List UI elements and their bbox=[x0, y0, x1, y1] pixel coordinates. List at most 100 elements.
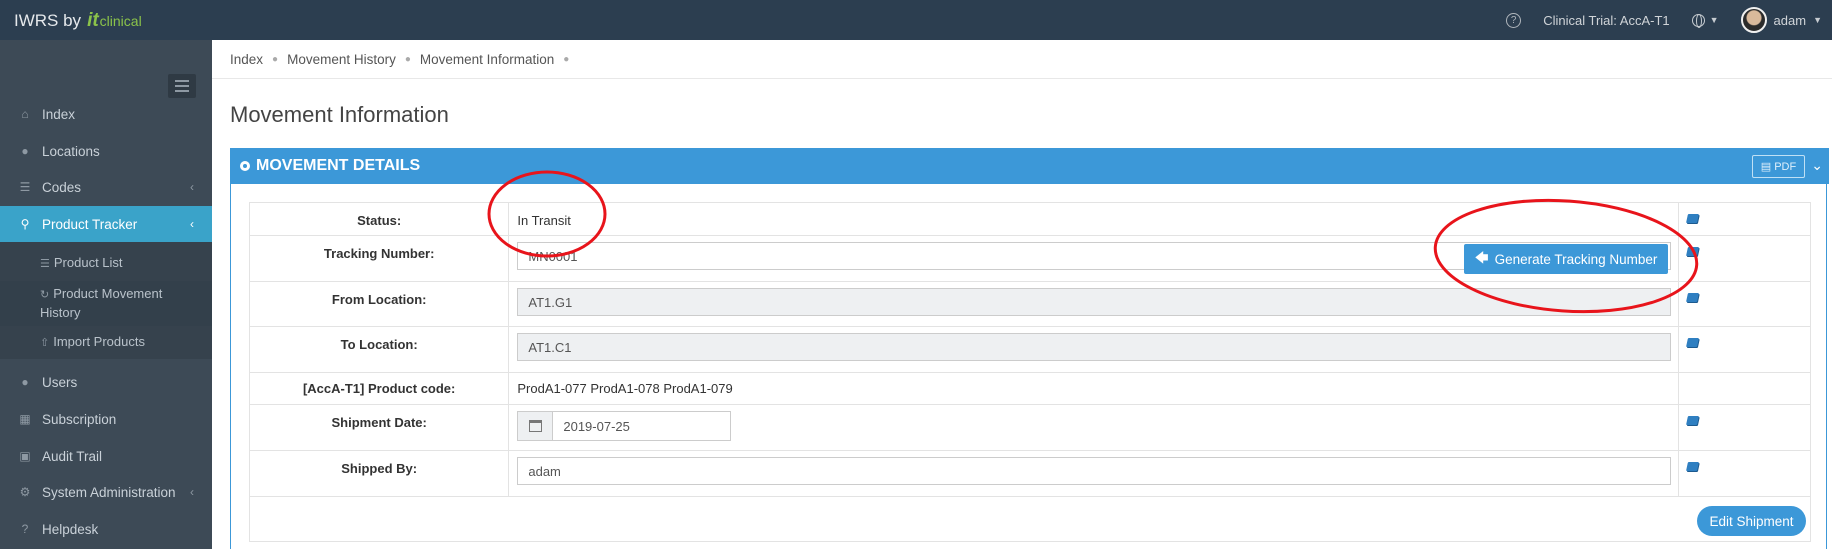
brand-logo-it: it bbox=[87, 10, 99, 31]
sidebar-item-label: Helpdesk bbox=[42, 521, 99, 537]
help-icon[interactable]: ? bbox=[1506, 12, 1522, 28]
sidebar-item-index[interactable]: ⌂ Index bbox=[0, 96, 212, 132]
language-selector[interactable]: ▼ bbox=[1691, 13, 1719, 28]
sidebar-item-locations[interactable]: ● Locations bbox=[0, 133, 212, 169]
status-label: Status: bbox=[248, 202, 510, 236]
home-icon: ⌂ bbox=[21, 107, 29, 121]
audit-book-icon[interactable] bbox=[1686, 416, 1700, 425]
map-marker-icon: ⚲ bbox=[20, 217, 30, 231]
sidebar-item-label: Locations bbox=[42, 143, 100, 159]
from-location-field: AT1.G1 bbox=[517, 288, 1672, 316]
generate-tracking-number-label: Generate Tracking Number bbox=[1494, 251, 1658, 267]
sidebar: ⌂ Index ● Locations ☰ Codes ‹ ⚲ Product … bbox=[0, 40, 212, 549]
list-icon: ☰ bbox=[40, 258, 50, 270]
table-row: [AccA-T1] Product code: ProdA1-077 ProdA… bbox=[248, 372, 1811, 405]
avatar bbox=[1740, 7, 1767, 33]
sidebar-item-codes[interactable]: ☰ Codes ‹ bbox=[0, 169, 212, 205]
chevron-left-icon: ‹ bbox=[190, 485, 194, 499]
sidebar-item-users[interactable]: ● Users bbox=[0, 364, 212, 400]
generate-tracking-number-button[interactable]: 🡄 Generate Tracking Number bbox=[1464, 244, 1668, 274]
user-menu[interactable]: adam ▼ bbox=[1740, 7, 1822, 33]
breadcrumb-index[interactable]: Index bbox=[230, 52, 263, 67]
sidebar-subitem-label: Product List bbox=[53, 255, 123, 270]
to-location-field: AT1.C1 bbox=[517, 333, 1672, 361]
sidebar-item-label: Subscription bbox=[42, 411, 117, 427]
shipped-by-label: Shipped By: bbox=[248, 450, 510, 497]
sidebar-subitem-product-movement-history[interactable]: ↻ Product Movement History bbox=[0, 281, 212, 326]
audit-book-icon[interactable] bbox=[1686, 293, 1700, 302]
chevron-left-icon: ‹ bbox=[190, 180, 194, 194]
table-row bbox=[249, 496, 1811, 542]
arrow-left-icon: 🡄 bbox=[1474, 249, 1489, 265]
chevron-down-icon: ▼ bbox=[1813, 15, 1822, 25]
brand-logo[interactable]: IWRS by it clinical bbox=[14, 10, 142, 32]
calendar-icon[interactable] bbox=[517, 411, 553, 441]
book-icon: ▣ bbox=[19, 449, 31, 463]
panel-title: MOVEMENT DETAILS bbox=[256, 157, 421, 174]
product-code-label: [AccA-T1] Product code: bbox=[248, 372, 510, 405]
sidebar-subitem-label: Import Products bbox=[53, 334, 145, 349]
to-location-label: To Location: bbox=[248, 326, 510, 373]
users-icon: ● bbox=[21, 375, 29, 389]
sidebar-item-label: Codes bbox=[42, 179, 82, 195]
product-tracker-submenu: ☰ Product List ↻ Product Movement History … bbox=[0, 242, 212, 359]
bullet-icon bbox=[240, 161, 250, 171]
brand-logo-clinical: clinical bbox=[99, 13, 142, 29]
top-navbar: IWRS by it clinical ? Clinical Trial: Ac… bbox=[0, 0, 1832, 40]
chevron-down-icon: ▼ bbox=[1709, 15, 1719, 25]
upload-icon: ⇧ bbox=[40, 337, 50, 349]
sidebar-subitem-import-products[interactable]: ⇧ Import Products bbox=[0, 333, 212, 352]
globe-icon bbox=[1691, 13, 1705, 28]
shipment-date-label: Shipment Date: bbox=[248, 404, 510, 451]
sidebar-toggle-button[interactable] bbox=[168, 74, 196, 98]
sidebar-item-audit-trail[interactable]: ▣ Audit Trail bbox=[0, 438, 212, 474]
table-row: From Location: AT1.G1 bbox=[248, 281, 1811, 327]
pdf-button[interactable]: ▤ PDF bbox=[1752, 155, 1805, 178]
sidebar-item-label: Product Tracker bbox=[42, 216, 138, 232]
edit-shipment-button[interactable]: Edit Shipment bbox=[1697, 506, 1806, 536]
tracking-number-label: Tracking Number: bbox=[248, 235, 510, 282]
from-location-label: From Location: bbox=[248, 281, 510, 327]
sidebar-item-system-administration[interactable]: ⚙ System Administration ‹ bbox=[0, 474, 212, 510]
globe-icon: ● bbox=[21, 144, 29, 158]
sidebar-item-label: Index bbox=[42, 106, 76, 122]
sidebar-item-label: System Administration bbox=[42, 484, 176, 500]
status-value: In Transit bbox=[517, 213, 571, 228]
product-code-value: ProdA1-077 ProdA1-078 ProdA1-079 bbox=[517, 381, 733, 396]
breadcrumb-movement-information: Movement Information bbox=[419, 52, 555, 67]
main-content: Index ● Movement History ● Movement Info… bbox=[212, 40, 1832, 549]
shipment-date-input[interactable]: 2019-07-25 bbox=[552, 411, 732, 441]
panel-header: MOVEMENT DETAILS ▤ PDF ⌄ bbox=[230, 148, 1829, 184]
calendar-icon: ▦ bbox=[19, 412, 31, 426]
pdf-label: PDF bbox=[1774, 160, 1797, 173]
audit-book-icon[interactable] bbox=[1686, 214, 1700, 223]
table-row: Status: In Transit bbox=[248, 202, 1811, 236]
sidebar-item-helpdesk[interactable]: ? Helpdesk bbox=[0, 511, 212, 547]
question-icon: ? bbox=[21, 522, 29, 536]
breadcrumb: Index ● Movement History ● Movement Info… bbox=[230, 52, 570, 67]
table-row: Shipment Date: 2019-07-25 bbox=[248, 404, 1811, 451]
sidebar-item-label: Users bbox=[42, 374, 78, 390]
user-name: adam bbox=[1773, 12, 1807, 28]
chevron-down-icon[interactable]: ⌄ bbox=[1811, 157, 1823, 174]
table-row: To Location: AT1.C1 bbox=[248, 326, 1811, 373]
audit-book-icon[interactable] bbox=[1686, 247, 1700, 256]
sidebar-item-label: Audit Trail bbox=[42, 448, 103, 464]
clinical-trial-label[interactable]: Clinical Trial: AccA-T1 bbox=[1543, 13, 1669, 28]
shipped-by-input[interactable]: adam bbox=[517, 457, 1672, 485]
movement-details-panel: MOVEMENT DETAILS ▤ PDF ⌄ Status: In Tran… bbox=[230, 148, 1829, 549]
shipment-date-picker[interactable]: 2019-07-25 bbox=[517, 411, 1672, 441]
audit-book-icon[interactable] bbox=[1686, 462, 1700, 471]
sidebar-subitem-label: Product Movement History bbox=[40, 286, 163, 320]
table-row: Shipped By: adam bbox=[248, 450, 1811, 497]
sidebar-item-subscription[interactable]: ▦ Subscription bbox=[0, 401, 212, 437]
sidebar-subitem-product-list[interactable]: ☰ Product List bbox=[0, 254, 212, 273]
chevron-left-icon: ‹ bbox=[190, 217, 194, 231]
list-icon: ☰ bbox=[19, 180, 31, 194]
sidebar-item-product-tracker[interactable]: ⚲ Product Tracker ‹ bbox=[0, 206, 212, 242]
cogs-icon: ⚙ bbox=[19, 485, 31, 499]
history-icon: ↻ bbox=[40, 289, 50, 301]
breadcrumb-movement-history[interactable]: Movement History bbox=[287, 52, 396, 67]
brand-name: IWRS by bbox=[14, 11, 82, 30]
audit-book-icon[interactable] bbox=[1686, 338, 1700, 347]
